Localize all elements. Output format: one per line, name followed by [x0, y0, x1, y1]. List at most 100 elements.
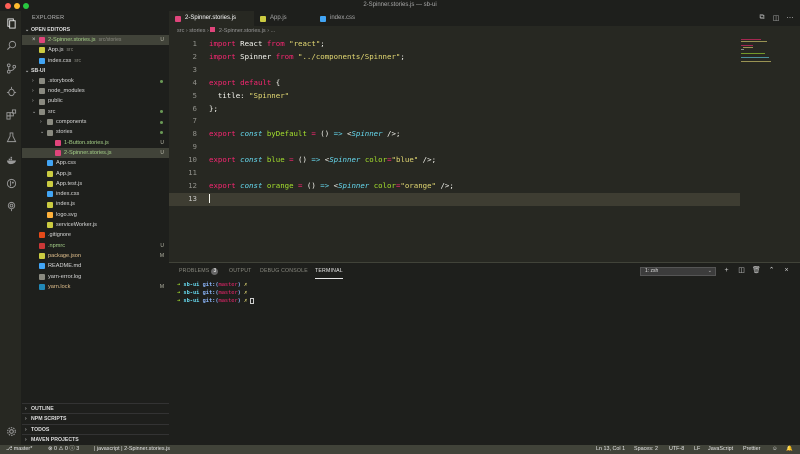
todos-section[interactable]: › TODOS — [22, 424, 169, 434]
tree-item[interactable]: index.css — [22, 189, 169, 199]
breadcrumb-symbol[interactable]: ... — [271, 28, 276, 34]
tree-item[interactable]: › node_modules — [22, 86, 169, 96]
chevron-right-icon: › — [32, 88, 34, 95]
tree-item[interactable]: .gitignore — [22, 230, 169, 240]
terminal-select[interactable]: 1: zsh ⌄ — [640, 267, 716, 276]
breadcrumb-stories[interactable]: stories — [189, 28, 205, 34]
cursor-position[interactable]: Ln 13, Col 1 — [596, 445, 625, 454]
language-mode[interactable]: JavaScript — [708, 445, 733, 454]
folder-icon — [47, 119, 53, 126]
breadcrumb: src › stories › 2-Spinner.stories.js › .… — [169, 26, 800, 37]
activity-bar — [0, 11, 22, 445]
terminal-output[interactable]: ➜ sb-ui git:(master) ✗ ➜ sb-ui git:(maste… — [177, 281, 255, 305]
explorer-header: EXPLORER — [32, 15, 65, 21]
split-terminal-icon[interactable]: ◫ — [737, 266, 746, 275]
source-control-icon[interactable] — [5, 62, 17, 74]
tree-item[interactable]: ⌄ src — [22, 107, 169, 117]
tab-problems[interactable]: PROBLEMS 3 — [179, 263, 219, 279]
search-icon[interactable] — [5, 39, 17, 51]
npm-scripts-section[interactable]: › NPM SCRIPTS — [22, 413, 169, 423]
code-text: }; — [209, 103, 218, 113]
extensions-icon[interactable] — [5, 108, 17, 120]
tree-item[interactable]: yarn.lock M — [22, 282, 169, 292]
tree-item[interactable]: logo.svg — [22, 210, 169, 220]
debug-icon[interactable] — [5, 85, 17, 97]
testing-flask-icon[interactable] — [5, 131, 17, 143]
code-line: 13 — [169, 192, 740, 206]
gear-icon[interactable] — [5, 425, 17, 437]
tab-index-css[interactable]: index.css — [314, 11, 374, 26]
tab-app-js[interactable]: App.js — [254, 11, 314, 26]
tree-item[interactable]: 2-Spinner.stories.js U — [22, 147, 169, 159]
open-editor-item[interactable]: × 2-Spinner.stories.js src/stories U — [22, 35, 169, 46]
close-icon[interactable]: × — [32, 35, 39, 45]
tree-item[interactable]: › .storybook — [22, 76, 169, 86]
tab-output[interactable]: OUTPUT — [229, 263, 252, 279]
code-editor[interactable]: 1 import React from "react"; 2 import Spinn… — [169, 37, 800, 262]
formatter[interactable]: Prettier — [743, 445, 760, 454]
notifications-icon[interactable]: 🔔 — [786, 445, 793, 454]
tree-item[interactable]: .npmrc U — [22, 241, 169, 251]
line-number: 3 — [192, 64, 197, 74]
split-editor-icon[interactable]: ◫ — [772, 14, 780, 22]
new-terminal-icon[interactable]: + — [722, 266, 731, 275]
tab-2-spinner-stories[interactable]: 2-Spinner.stories.js — [169, 11, 254, 26]
explorer-sidebar: EXPLORER ⌄ OPEN EDITORS × 2-Spinner.stor… — [22, 11, 169, 445]
open-editors-section[interactable]: ⌄ OPEN EDITORS — [22, 25, 169, 35]
tree-item[interactable]: App.js — [22, 169, 169, 179]
git-status-badge: U — [160, 139, 164, 146]
tree-item[interactable]: App.css — [22, 158, 169, 168]
open-editor-item[interactable]: index.css src — [22, 56, 169, 66]
encoding[interactable]: UTF-8 — [669, 445, 684, 454]
tree-item[interactable]: package.json M — [22, 251, 169, 261]
maximize-panel-icon[interactable]: ⌃ — [767, 266, 776, 275]
js-file-icon — [260, 15, 266, 22]
line-ending[interactable]: LF — [694, 445, 700, 454]
feedback-icon[interactable]: ☺ — [772, 445, 778, 454]
more-actions-icon[interactable]: ⋯ — [786, 14, 794, 22]
line-number: 6 — [192, 103, 197, 113]
tab-debug-console[interactable]: DEBUG CONSOLE — [260, 263, 308, 279]
live-share-icon[interactable] — [5, 200, 17, 212]
minimap[interactable] — [739, 37, 795, 67]
tree-item[interactable]: serviceWorker.js — [22, 220, 169, 230]
open-editor-item[interactable]: App.js src — [22, 45, 169, 55]
tab-terminal[interactable]: TERMINAL — [315, 263, 343, 279]
bottom-panel: PROBLEMS 3 OUTPUT DEBUG CONSOLE TERMINAL … — [169, 262, 800, 445]
git-changes-dot — [160, 110, 163, 114]
tree-item[interactable]: › components — [22, 117, 169, 127]
breadcrumb-src[interactable]: src — [177, 28, 184, 34]
tree-item[interactable]: › public — [22, 96, 169, 106]
code-line: 7 — [169, 115, 769, 128]
git-status-badge: U — [160, 242, 164, 249]
css-file-icon — [320, 15, 326, 22]
explorer-icon[interactable] — [5, 17, 17, 29]
docker-icon[interactable] — [5, 154, 17, 166]
git-changes-dot — [160, 131, 163, 135]
tree-item[interactable]: App.test.js — [22, 179, 169, 189]
terminal-prompt-line: ➜ sb-ui git:(master) ✗ — [177, 282, 248, 288]
line-number: 8 — [192, 129, 197, 139]
code-text: export const blue = () => <Spinner color… — [209, 155, 437, 165]
chevron-right-icon: › — [40, 119, 42, 126]
close-panel-icon[interactable]: × — [782, 266, 791, 275]
problems-indicator[interactable]: ⊗ 0 ⚠ 0 ⓘ 3 — [48, 445, 79, 454]
maven-projects-section[interactable]: › MAVEN PROJECTS — [22, 434, 169, 444]
file-icon — [47, 222, 53, 229]
code-text: export const orange = () => <Spinner col… — [209, 180, 454, 190]
breadcrumb-file[interactable]: 2-Spinner.stories.js — [219, 28, 266, 34]
git-graph-icon[interactable] — [5, 177, 17, 189]
open-changes-icon[interactable]: ⧉ — [758, 14, 766, 22]
tree-item[interactable]: index.js — [22, 199, 169, 209]
git-status-badge: M — [159, 252, 164, 259]
indentation[interactable]: Spaces: 2 — [634, 445, 658, 454]
trash-icon[interactable]: 🗑 — [752, 266, 761, 275]
tree-item[interactable]: 1-Button.stories.js U — [22, 138, 169, 148]
tree-item[interactable]: ⌄ stories — [22, 127, 169, 137]
outline-section[interactable]: › OUTLINE — [22, 403, 169, 413]
tree-item[interactable]: README.md — [22, 261, 169, 271]
tree-item[interactable]: yarn-error.log — [22, 272, 169, 282]
branch-indicator[interactable]: ⎇ master* — [6, 445, 32, 454]
project-section[interactable]: ⌄ SB-UI — [22, 66, 169, 76]
line-number: 5 — [192, 90, 197, 100]
